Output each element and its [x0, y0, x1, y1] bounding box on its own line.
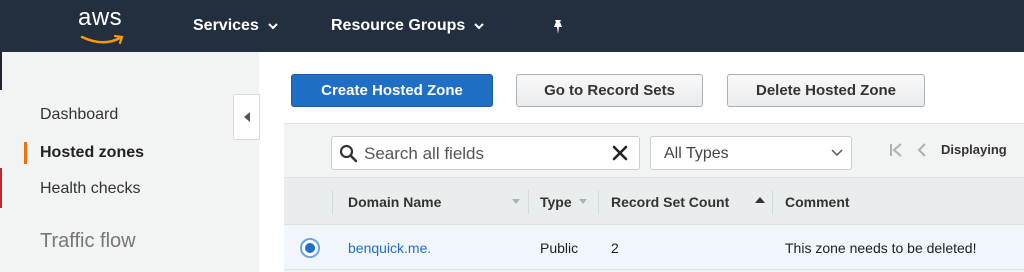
column-separator [332, 190, 333, 214]
row-select-radio[interactable] [300, 238, 320, 258]
resource-groups-label: Resource Groups [331, 17, 466, 34]
search-box[interactable] [331, 136, 640, 170]
services-label: Services [193, 17, 259, 34]
column-separator [528, 190, 529, 214]
go-to-record-sets-button[interactable]: Go to Record Sets [516, 74, 703, 107]
collapse-sidebar-button[interactable] [233, 94, 260, 140]
route53-console: aws Services Resource Groups Dashboard H… [0, 0, 1024, 272]
clear-icon[interactable] [612, 145, 628, 161]
chevron-down-icon [268, 22, 278, 29]
sort-down-icon[interactable] [579, 199, 587, 204]
sidebar-section-traffic-flow[interactable]: Traffic flow [40, 230, 136, 253]
create-hosted-zone-button[interactable]: Create Hosted Zone [291, 74, 493, 107]
chevron-down-icon [831, 149, 843, 157]
zone-type: Public [540, 240, 579, 256]
aws-logo-text: aws [78, 4, 123, 31]
services-menu[interactable]: Services [193, 17, 278, 35]
pagination: Displaying [889, 142, 1007, 157]
table-row[interactable]: benquick.me. Public 2 This zone needs to… [284, 226, 1024, 270]
type-filter-select[interactable]: All Types [650, 136, 852, 170]
column-separator [598, 190, 599, 214]
top-nav-bar: aws Services Resource Groups [0, 0, 1024, 52]
first-page-icon[interactable] [889, 142, 903, 157]
hosted-zones-table-panel: All Types Displaying Domain Name Type Re… [284, 123, 1024, 272]
sidebar: Dashboard Hosted zones Health checks Tra… [0, 52, 260, 272]
search-icon [339, 144, 358, 163]
delete-hosted-zone-button[interactable]: Delete Hosted Zone [727, 74, 925, 107]
active-indicator [24, 142, 27, 164]
displaying-label: Displaying [941, 142, 1007, 157]
chevron-down-icon [474, 22, 484, 29]
zone-comment: This zone needs to be deleted! [785, 240, 977, 256]
aws-logo[interactable]: aws [72, 4, 132, 46]
pin-icon[interactable] [550, 19, 566, 35]
sidebar-item-hosted-zones[interactable]: Hosted zones [40, 144, 144, 162]
prev-page-icon[interactable] [917, 142, 927, 157]
sidebar-item-health-checks[interactable]: Health checks [40, 180, 141, 198]
column-header-type[interactable]: Type [540, 194, 572, 210]
window-edge [0, 52, 2, 90]
sort-up-icon[interactable] [755, 197, 765, 203]
column-separator [772, 190, 773, 214]
column-header-record-set-count[interactable]: Record Set Count [611, 194, 729, 210]
sidebar-item-dashboard[interactable]: Dashboard [40, 106, 118, 124]
column-header-comment[interactable]: Comment [785, 194, 850, 210]
resource-groups-menu[interactable]: Resource Groups [331, 17, 484, 35]
collapse-icon [243, 112, 250, 122]
column-header-domain-name[interactable]: Domain Name [348, 194, 441, 210]
table-header: Domain Name Type Record Set Count Commen… [284, 177, 1024, 225]
main-content: Create Hosted Zone Go to Record Sets Del… [260, 52, 1024, 272]
filter-bar: All Types Displaying [284, 124, 1024, 177]
domain-name-link[interactable]: benquick.me. [348, 240, 431, 256]
aws-smile-icon [80, 34, 124, 45]
sort-down-icon[interactable] [512, 199, 520, 204]
type-filter-value: All Types [664, 145, 729, 162]
radio-selected-dot [305, 243, 315, 253]
record-set-count: 2 [611, 240, 619, 256]
search-input[interactable] [364, 143, 594, 165]
window-edge-accent [0, 168, 2, 208]
